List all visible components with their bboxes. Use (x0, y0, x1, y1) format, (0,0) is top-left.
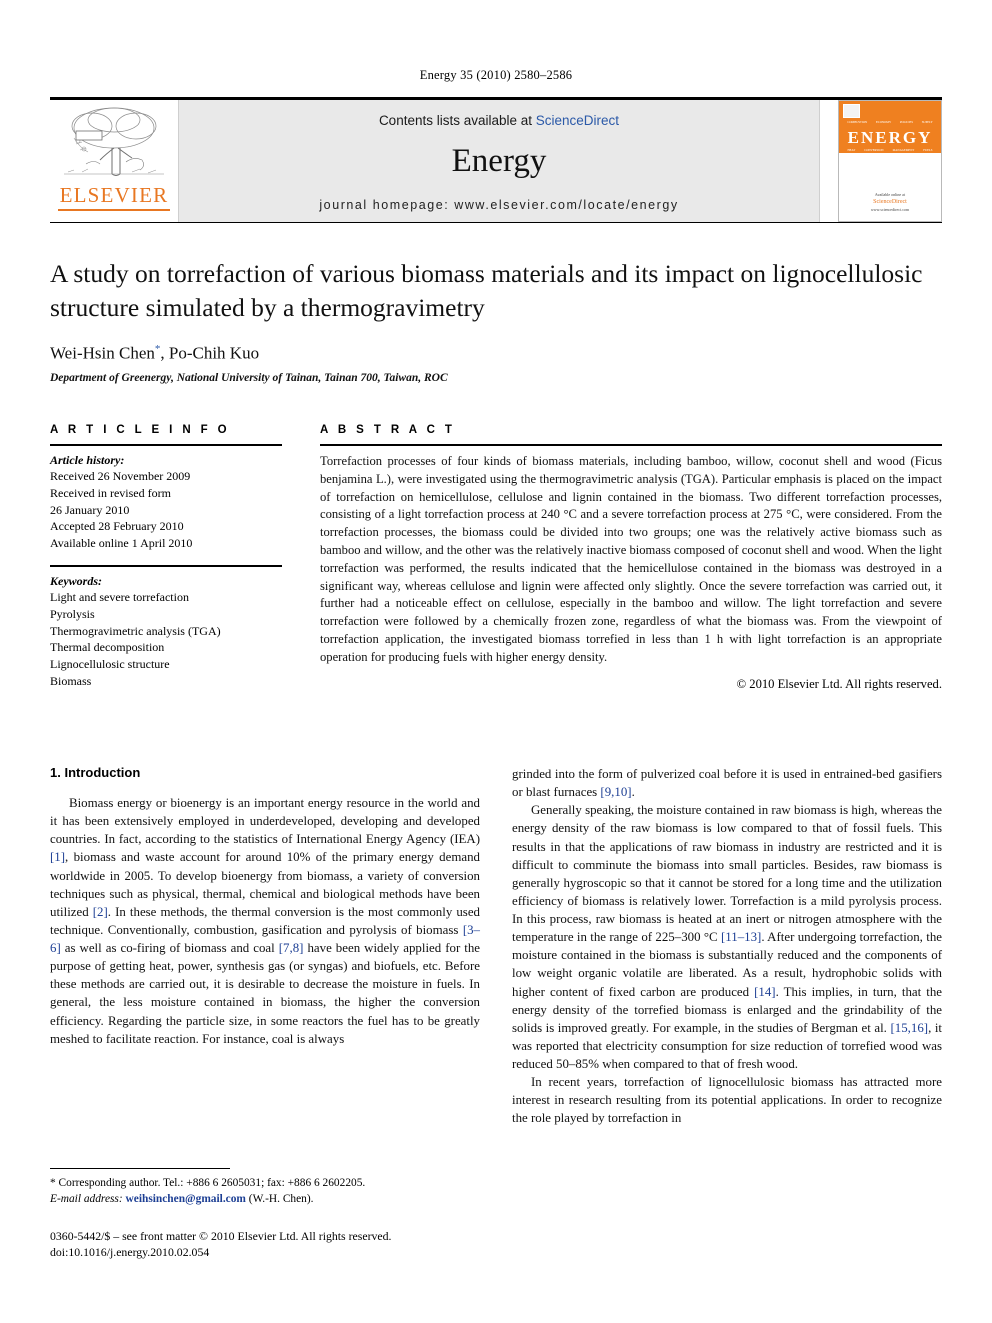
journal-masthead: ELSEVIER Contents lists available at Sci… (50, 97, 942, 222)
cover-bottom-area: Available online at ScienceDirect www.sc… (839, 153, 941, 221)
paragraph: In recent years, torrefaction of lignoce… (512, 1075, 942, 1126)
email-link[interactable]: weihsinchen@gmail.com (126, 1193, 246, 1205)
keyword-item: Thermal decomposition (50, 640, 165, 655)
cover-micro-row-top: COMBUSTION ECONOMY POLICIES SUPPLY (843, 120, 937, 124)
cover-top-band: COMBUSTION ECONOMY POLICIES SUPPLY ENERG… (839, 101, 941, 162)
sciencedirect-link[interactable]: ScienceDirect (536, 113, 619, 128)
section-heading-introduction: 1. Introduction (50, 765, 141, 780)
contents-prefix: Contents lists available at (378, 113, 536, 128)
masthead-center: Contents lists available at ScienceDirec… (178, 100, 820, 222)
cover-micro-label: ECONOMY (875, 120, 892, 124)
cover-micro-label: COMBUSTION (847, 120, 868, 124)
footnote-area: * Corresponding author. Tel.: +886 6 260… (50, 1168, 480, 1207)
keyword-item: Light and severe torrefaction (50, 589, 189, 604)
cover-micro-label: MANAGEMENT (892, 148, 915, 152)
keyword-item: Thermogravimetric analysis (TGA) (50, 623, 221, 638)
cover-micro-label: SUPPLY (921, 120, 933, 124)
body-column-right: grinded into the form of pulverized coal… (512, 765, 942, 1128)
cover-sd-url: www.sciencedirect.com (870, 207, 910, 212)
two-column-body: 1. Introduction Biomass energy or bioene… (50, 765, 942, 1128)
journal-name: Energy (451, 143, 547, 179)
paragraph-text: have been widely applied for the purpose… (50, 941, 480, 1046)
cover-micro-label: POLICIES (899, 120, 914, 124)
paragraph: Biomass energy or bioenergy is an import… (50, 794, 480, 1048)
author-name: , Po-Chih Kuo (160, 343, 260, 363)
email-label: E-mail address: (50, 1193, 123, 1206)
paragraph-text: . (631, 785, 635, 800)
citation-ref[interactable]: [1] (50, 850, 65, 864)
keywords-heading: Keywords: (50, 573, 102, 588)
paragraph: grinded into the form of pulverized coal… (512, 765, 942, 801)
journal-cover-thumbnail[interactable]: COMBUSTION ECONOMY POLICIES SUPPLY ENERG… (838, 100, 942, 222)
citation-ref[interactable]: [9,10] (600, 785, 631, 799)
keyword-item: Lignocellulosic structure (50, 657, 170, 672)
paragraph-text: as well as co-firing of biomass and coal (60, 941, 279, 955)
paragraph-text: Biomass energy or bioenergy is an import… (50, 796, 480, 847)
article-info-rule (50, 443, 282, 446)
article-history-item: 26 January 2010 (50, 502, 130, 517)
abstract-copyright: © 2010 Elsevier Ltd. All rights reserved… (736, 676, 942, 691)
masthead-bottom-rule (50, 222, 942, 223)
cover-micro-label: CONVERSION (864, 148, 884, 152)
abstract-column: A B S T R A C T Torrefaction processes o… (320, 424, 942, 692)
paragraph-text: grinded into the form of pulverized coal… (512, 767, 942, 800)
author-list: Wei-Hsin Chen*, Po-Chih Kuo (50, 343, 942, 364)
body-column-left: 1. Introduction Biomass energy or bioene… (50, 765, 480, 1128)
abstract-tag: A B S T R A C T (320, 423, 456, 436)
keyword-item: Biomass (50, 673, 92, 688)
citation-ref[interactable]: [7,8] (279, 941, 304, 955)
imprint-block: 0360-5442/$ – see front matter © 2010 El… (50, 1228, 480, 1261)
footnote-divider (50, 1168, 230, 1169)
article-info-tag: A R T I C L E I N F O (50, 423, 231, 436)
cover-sciencedirect-block: Available online at ScienceDirect www.sc… (839, 192, 941, 213)
title-block: A study on torrefaction of various bioma… (50, 257, 942, 384)
article-history-item: Accepted 28 February 2010 (50, 519, 184, 534)
corresponding-author-note: * Corresponding author. Tel.: +886 6 260… (50, 1177, 366, 1189)
article-history-item: Received 26 November 2009 (50, 468, 191, 483)
cover-micro-label: HEAT (847, 148, 856, 152)
citation-ref[interactable]: [15,16] (890, 1021, 928, 1035)
issn-line: 0360-5442/$ – see front matter © 2010 El… (50, 1229, 392, 1243)
article-info-column: A R T I C L E I N F O Article history: R… (50, 424, 282, 692)
info-abstract-row: A R T I C L E I N F O Article history: R… (50, 424, 942, 692)
cover-elsevier-badge-icon (843, 104, 860, 118)
elsevier-logo: ELSEVIER (50, 100, 178, 222)
citation-ref[interactable]: [11–13] (721, 930, 761, 944)
elsevier-underline (58, 209, 170, 211)
affiliation: Department of Greenergy, National Univer… (50, 371, 448, 384)
elsevier-tree-icon (62, 104, 166, 184)
elsevier-wordmark: ELSEVIER (59, 183, 169, 207)
running-head: Energy 35 (2010) 2580–2586 (419, 68, 573, 82)
article-history-item: Available online 1 April 2010 (50, 536, 193, 551)
cover-micro-label: FUELS (923, 148, 933, 152)
article-history-item: Received in revised form (50, 485, 171, 500)
contents-available-line: Contents lists available at ScienceDirec… (379, 113, 619, 128)
citation-ref[interactable]: [14] (754, 985, 775, 999)
cover-micro-row-bottom: HEAT CONVERSION MANAGEMENT FUELS (843, 148, 937, 152)
abstract-rule (320, 443, 942, 446)
cover-journal-title: ENERGY (847, 128, 933, 147)
email-suffix: (W.-H. Chen). (245, 1193, 314, 1206)
author-name: Wei-Hsin Chen (50, 343, 155, 363)
journal-article-page: Energy 35 (2010) 2580–2586 ELSEVIER Cont… (0, 0, 992, 1323)
paragraph: Generally speaking, the moisture contain… (512, 801, 942, 1073)
keywords-rule (50, 564, 282, 567)
cover-sd-name: ScienceDirect (873, 199, 907, 205)
article-history-heading: Article history: (50, 452, 125, 467)
paragraph-text: . In these methods, the thermal conversi… (50, 904, 480, 937)
email-note: E-mail address: weihsinchen@gmail.com (W… (50, 1191, 480, 1207)
doi-line[interactable]: doi:10.1016/j.energy.2010.02.054 (50, 1244, 480, 1260)
paragraph-text: Generally speaking, the moisture contain… (512, 803, 942, 945)
page-title: A study on torrefaction of various bioma… (50, 259, 923, 322)
keyword-item: Pyrolysis (50, 606, 95, 621)
citation-ref[interactable]: [2] (93, 905, 108, 919)
journal-homepage[interactable]: journal homepage: www.elsevier.com/locat… (319, 198, 678, 212)
abstract-text: Torrefaction processes of four kinds of … (320, 453, 942, 664)
